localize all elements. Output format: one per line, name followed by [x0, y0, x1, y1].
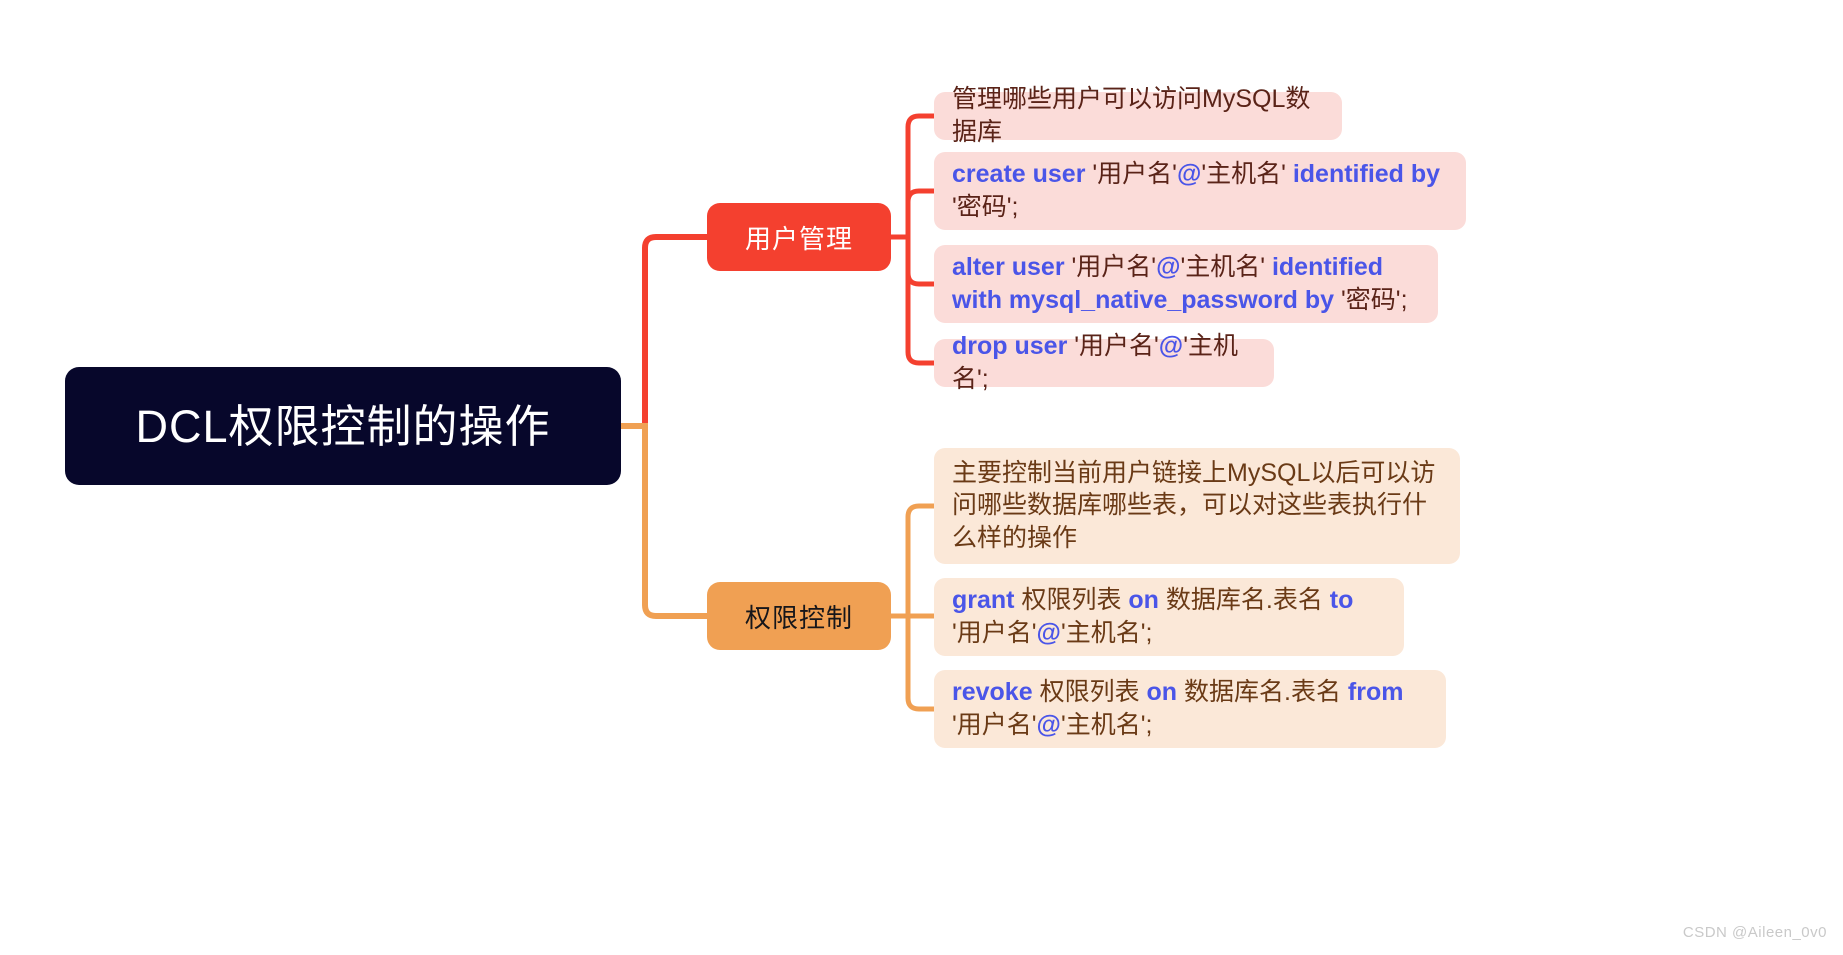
root-node[interactable]: DCL权限控制的操作 — [65, 367, 621, 485]
root-node-label: DCL权限控制的操作 — [135, 400, 551, 452]
connector-user-to-card-u4 — [905, 237, 934, 366]
connector-user-to-card-u3 — [905, 237, 934, 287]
leaf-card-u2[interactable]: create user '用户名'@'主机名' identified by '密… — [934, 152, 1466, 230]
connector-priv-to-card-p1 — [905, 503, 934, 616]
leaf-card-p1[interactable]: 主要控制当前用户链接上MySQL以后可以访问哪些数据库哪些表，可以对这些表执行什… — [934, 448, 1460, 564]
leaf-card-u3[interactable]: alter user '用户名'@'主机名' identified with m… — [934, 245, 1438, 323]
leaf-card-u1-text: 管理哪些用户可以访问MySQL数据库 — [952, 85, 1311, 146]
branch-node-privilege-control[interactable]: 权限控制 — [707, 582, 891, 650]
leaf-card-p3[interactable]: revoke 权限列表 on 数据库名.表名 from '用户名'@'主机名'; — [934, 670, 1446, 748]
connector-user-to-card-u1 — [905, 113, 934, 237]
leaf-card-p3-text: revoke 权限列表 on 数据库名.表名 from '用户名'@'主机名'; — [952, 678, 1404, 739]
branch-node-privilege-control-label: 权限控制 — [744, 602, 853, 633]
connector-root-to-user-management — [621, 234, 707, 429]
leaf-card-p2-text: grant 权限列表 on 数据库名.表名 to '用户名'@'主机名'; — [952, 586, 1354, 647]
watermark: CSDN @Aileen_0v0 — [1682, 924, 1827, 941]
mindmap-canvas: DCL权限控制的操作 用户管理 权限控制 管理哪些用户可以访问MySQL数据库 … — [0, 0, 1843, 955]
branch-node-user-management-label: 用户管理 — [744, 223, 853, 254]
leaf-card-u1[interactable]: 管理哪些用户可以访问MySQL数据库 — [934, 85, 1342, 146]
leaf-card-u4[interactable]: drop user '用户名'@'主机名'; — [934, 332, 1274, 393]
connector-user-to-card-u2 — [905, 188, 934, 237]
connector-root-to-privilege-control — [621, 423, 707, 619]
leaf-card-u3-text: alter user '用户名'@'主机名' identified with m… — [952, 253, 1408, 314]
leaf-card-u4-text: drop user '用户名'@'主机名'; — [952, 332, 1238, 393]
branch-node-user-management[interactable]: 用户管理 — [707, 203, 891, 271]
leaf-card-p1-text: 主要控制当前用户链接上MySQL以后可以访问哪些数据库哪些表，可以对这些表执行什… — [952, 458, 1436, 552]
leaf-card-p2[interactable]: grant 权限列表 on 数据库名.表名 to '用户名'@'主机名'; — [934, 578, 1404, 656]
leaf-card-u2-text: create user '用户名'@'主机名' identified by '密… — [952, 160, 1441, 221]
connector-priv-to-card-p3 — [905, 616, 934, 712]
